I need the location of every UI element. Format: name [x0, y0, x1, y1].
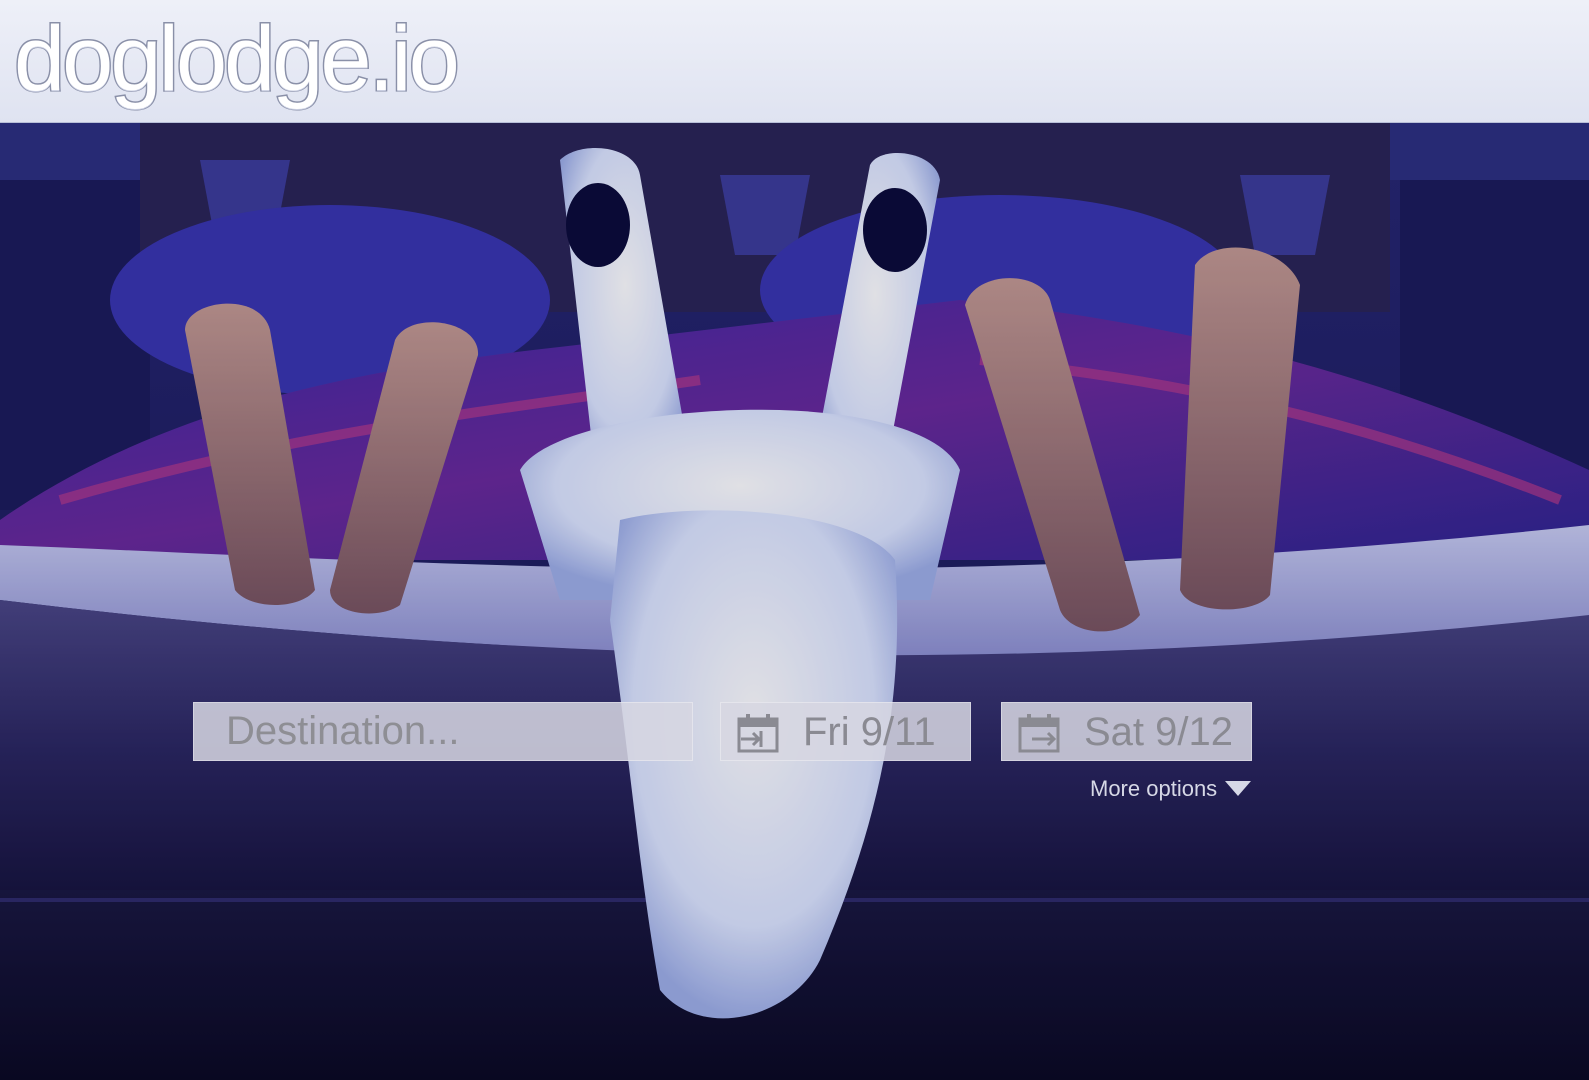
checkin-date-picker[interactable]: Fri 9/11 — [720, 702, 971, 761]
more-options-toggle[interactable]: More options — [1090, 774, 1252, 804]
destination-input[interactable] — [194, 703, 692, 760]
more-options-label: More options — [1090, 776, 1218, 801]
checkout-date-label: Sat 9/12 — [1084, 710, 1234, 754]
hero-background-image — [0, 0, 1589, 1080]
triangle-down-icon — [1225, 780, 1252, 796]
checkout-date-picker[interactable]: Sat 9/12 — [1001, 702, 1252, 761]
checkin-date-label: Fri 9/11 — [803, 710, 936, 754]
calendar-checkin-icon — [737, 714, 779, 753]
landing-page: doglodge.io Fri 9/11 Sat 9/12 More optio… — [0, 0, 1589, 1080]
calendar-checkout-icon — [1018, 714, 1060, 753]
site-logo[interactable]: doglodge.io — [13, 4, 462, 114]
destination-field[interactable] — [193, 702, 693, 761]
site-header: doglodge.io — [0, 0, 1589, 123]
